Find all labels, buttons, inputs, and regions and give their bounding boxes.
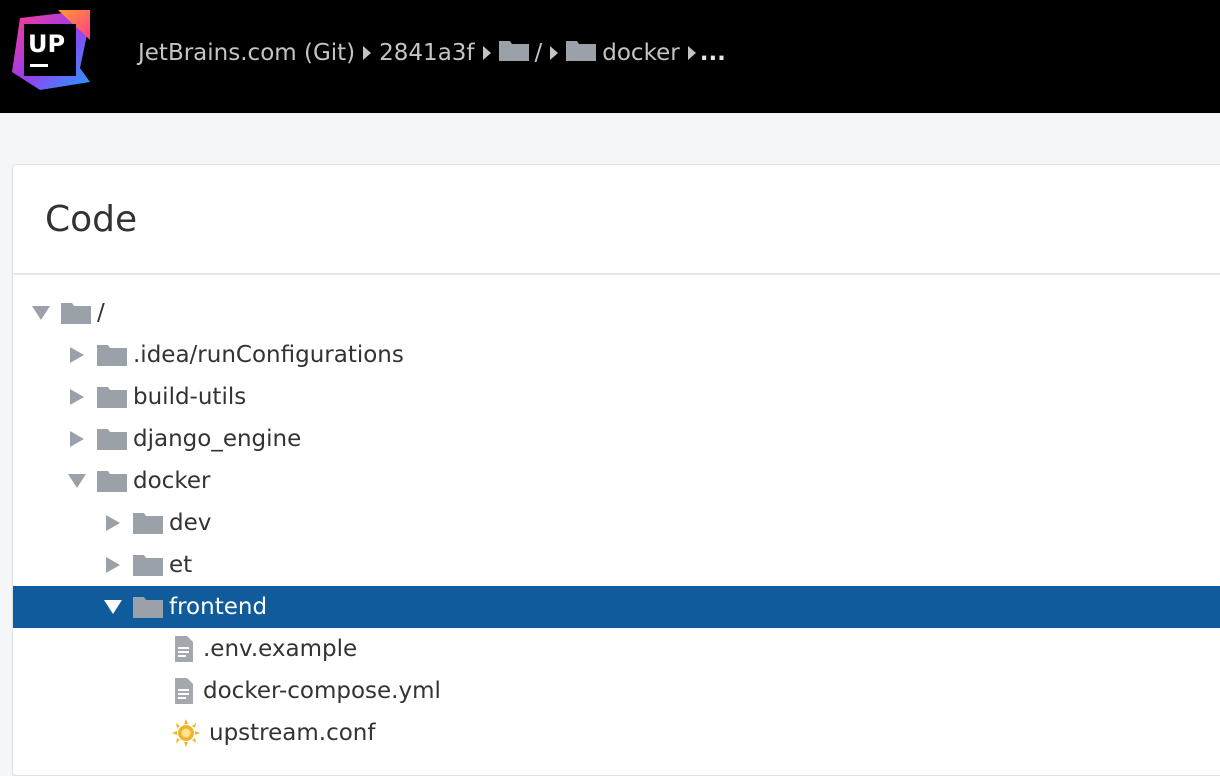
top-bar: UP JetBrains.com (Git) 2841a3f / docker …	[0, 0, 1220, 113]
expand-toggle[interactable]	[103, 555, 123, 575]
chevron-right-icon	[482, 46, 491, 60]
tree-row-label: .env.example	[203, 635, 358, 662]
tree-row-label: dev	[169, 509, 212, 536]
expand-toggle[interactable]	[103, 513, 123, 533]
caret-down-icon	[68, 474, 86, 488]
panel-title: Code	[45, 199, 138, 240]
chevron-right-icon	[363, 46, 372, 60]
folder-icon	[97, 344, 127, 366]
expand-toggle[interactable]	[31, 303, 51, 323]
caret-down-icon	[32, 306, 50, 320]
expand-toggle[interactable]	[67, 429, 87, 449]
breadcrumb: JetBrains.com (Git) 2841a3f / docker ...	[138, 36, 726, 70]
caret-right-icon	[70, 347, 84, 363]
svg-text:UP: UP	[28, 30, 65, 58]
chevron-right-icon	[687, 46, 696, 60]
tree-row-folder-selected[interactable]: frontend	[13, 586, 1220, 628]
caret-right-icon	[70, 389, 84, 405]
folder-icon	[61, 302, 91, 324]
expand-toggle[interactable]	[67, 345, 87, 365]
tree-row-label: frontend	[169, 593, 268, 620]
tree-row-label: .idea/runConfigurations	[133, 341, 404, 368]
expand-toggle[interactable]	[103, 597, 123, 617]
tree-row-label: docker-compose.yml	[203, 677, 441, 704]
tree-row-folder[interactable]: dev	[13, 502, 1220, 544]
tree-row-label: build-utils	[133, 383, 247, 410]
breadcrumb-project[interactable]: JetBrains.com (Git)	[138, 40, 355, 66]
folder-icon	[97, 428, 127, 450]
tree-row-folder[interactable]: build-utils	[13, 376, 1220, 418]
breadcrumb-folder-docker[interactable]: docker	[602, 40, 679, 66]
folder-icon	[133, 554, 163, 576]
caret-right-icon	[70, 431, 84, 447]
tree-row-label: upstream.conf	[209, 719, 376, 746]
expand-toggle[interactable]	[67, 471, 87, 491]
config-file-icon	[169, 718, 203, 748]
tree-row-label: /	[97, 299, 105, 326]
tree-row-label: django_engine	[133, 425, 302, 452]
folder-icon	[97, 470, 127, 492]
panel-header: Code	[13, 165, 1220, 275]
tree-row-folder[interactable]: docker	[13, 460, 1220, 502]
upsource-logo[interactable]: UP	[10, 10, 90, 90]
expand-toggle[interactable]	[67, 387, 87, 407]
tree-row-file[interactable]: docker-compose.yml	[13, 670, 1220, 712]
caret-right-icon	[106, 557, 120, 573]
tree-row-file[interactable]: upstream.conf	[13, 712, 1220, 754]
tree-row-file[interactable]: .env.example	[13, 628, 1220, 670]
folder-icon	[566, 39, 597, 67]
tree-row-folder[interactable]: et	[13, 544, 1220, 586]
file-tree: / .idea/runConfigurations build-utils dj…	[13, 273, 1220, 754]
breadcrumb-more[interactable]: ...	[700, 40, 726, 66]
tree-row-folder[interactable]: django_engine	[13, 418, 1220, 460]
folder-icon	[133, 596, 163, 618]
folder-icon	[498, 39, 529, 67]
tree-row-folder[interactable]: .idea/runConfigurations	[13, 334, 1220, 376]
tree-row-label: docker	[133, 467, 211, 494]
breadcrumb-root[interactable]: /	[535, 40, 543, 66]
caret-right-icon	[106, 515, 120, 531]
file-icon	[169, 676, 197, 706]
caret-down-icon	[104, 600, 122, 614]
tree-row-root[interactable]: /	[13, 292, 1220, 334]
folder-icon	[97, 386, 127, 408]
code-panel: Code / .idea/runConfigurations build-uti…	[12, 164, 1220, 776]
folder-icon	[133, 512, 163, 534]
chevron-right-icon	[550, 46, 559, 60]
tree-row-label: et	[169, 551, 193, 578]
breadcrumb-revision[interactable]: 2841a3f	[379, 40, 474, 66]
file-icon	[169, 634, 197, 664]
